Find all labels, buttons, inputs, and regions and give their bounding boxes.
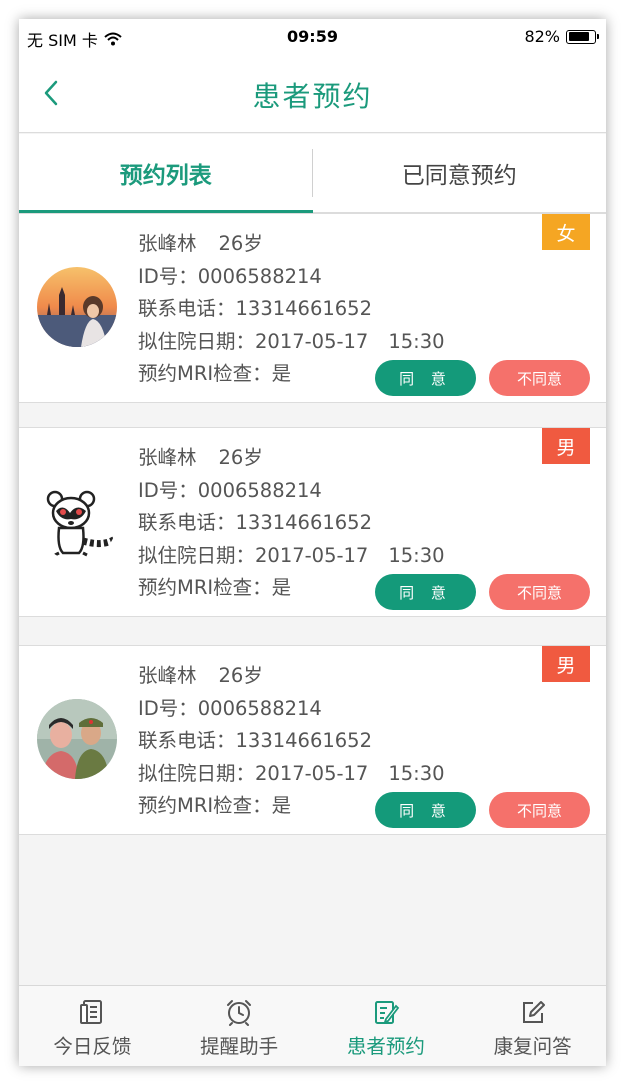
admission-date-line: 拟住院日期：2017-05-17 15:30 (138, 540, 445, 573)
admission-date: 拟住院日期：2017-05-17 (138, 761, 369, 785)
battery-icon (566, 29, 599, 44)
reject-button[interactable]: 不同意 (489, 574, 590, 610)
tab-agreed-appointments[interactable]: 已同意预约 (313, 134, 607, 212)
avatar (37, 699, 117, 779)
page-title: 患者预约 (252, 80, 373, 113)
patient-id: ID号：0006588214 (138, 696, 322, 720)
tab-appointment-list[interactable]: 预约列表 (19, 134, 313, 213)
patient-age: 26岁 (218, 664, 263, 687)
tab-label: 已同意预约 (401, 163, 517, 189)
tab-bar: 预约列表 已同意预约 (19, 134, 606, 213)
gender-badge: 男 (542, 646, 590, 682)
avatar-cartoon-lemur (37, 481, 117, 561)
tab-label: 预约列表 (119, 163, 212, 189)
bottom-tab-patient-appointment[interactable]: 患者预约 (313, 986, 460, 1066)
admission-time: 15:30 (388, 543, 445, 567)
patient-name: 张峰林 (138, 446, 197, 469)
bottom-tab-reminder[interactable]: 提醒助手 (166, 986, 313, 1066)
appointment-card: 张峰林 26岁 ID号：0006588214 联系电话：13314661652 拟… (19, 213, 606, 403)
avatar-photo-vintage (37, 699, 117, 779)
nav-bar: 患者预约 (19, 55, 606, 133)
name-age-line: 张峰林 26岁 (138, 442, 445, 475)
patient-age: 26岁 (218, 446, 263, 469)
bottom-tab-daily-feedback[interactable]: 今日反馈 (19, 986, 166, 1066)
patient-id: ID号：0006588214 (138, 264, 322, 288)
status-bar: 无 SIM 卡 09:59 82% (19, 19, 606, 55)
bottom-tab-label: 康复问答 (493, 1035, 572, 1058)
bottom-tab-rehab-qa[interactable]: 康复问答 (459, 986, 606, 1066)
reject-button[interactable]: 不同意 (489, 360, 590, 396)
patient-id: ID号：0006588214 (138, 478, 322, 502)
phone-screen: 无 SIM 卡 09:59 82% 患者预约 预约列表 已同意预约 张峰林 26… (19, 19, 606, 1066)
status-time: 09:59 (287, 27, 338, 46)
admission-date: 拟住院日期：2017-05-17 (138, 543, 369, 567)
appointment-card: 张峰林 26岁 ID号：0006588214 联系电话：13314661652 拟… (19, 427, 606, 617)
bottom-tab-label: 提醒助手 (200, 1035, 279, 1058)
admission-date-line: 拟住院日期：2017-05-17 15:30 (138, 758, 445, 791)
patient-age: 26岁 (218, 232, 263, 255)
agree-button[interactable]: 同 意 (375, 792, 476, 828)
pencil-square-icon (522, 1001, 545, 1023)
patient-phone: 联系电话：13314661652 (138, 297, 372, 320)
battery-fill (568, 32, 589, 41)
document-icon (80, 1000, 103, 1024)
agree-button[interactable]: 同 意 (375, 574, 476, 610)
admission-time: 15:30 (388, 761, 445, 785)
gender-badge: 女 (542, 214, 590, 250)
name-age-line: 张峰林 26岁 (138, 228, 445, 261)
patient-name: 张峰林 (138, 232, 197, 255)
bottom-tab-label: 患者预约 (346, 1035, 425, 1058)
gender-badge: 男 (542, 428, 590, 464)
reject-button[interactable]: 不同意 (489, 792, 590, 828)
patient-phone: 联系电话：13314661652 (138, 729, 372, 752)
bottom-tab-bar: 今日反馈 提醒助手 患者预约 康复问答 (19, 985, 606, 1066)
admission-date-line: 拟住院日期：2017-05-17 15:30 (138, 326, 445, 359)
agree-button[interactable]: 同 意 (375, 360, 476, 396)
patient-name: 张峰林 (138, 664, 197, 687)
edit-note-icon (374, 1001, 400, 1024)
alarm-clock-icon (227, 1000, 252, 1026)
admission-date: 拟住院日期：2017-05-17 (138, 329, 369, 353)
admission-time: 15:30 (388, 329, 445, 353)
appointment-card: 张峰林 26岁 ID号：0006588214 联系电话：13314661652 拟… (19, 645, 606, 835)
name-age-line: 张峰林 26岁 (138, 660, 445, 693)
status-right: 82% (524, 27, 599, 46)
bottom-tab-label: 今日反馈 (53, 1035, 132, 1058)
avatar (37, 267, 117, 347)
avatar-photo-sunset (37, 267, 117, 347)
battery-percent: 82% (524, 27, 560, 46)
avatar (37, 481, 117, 561)
patient-phone: 联系电话：13314661652 (138, 511, 372, 534)
